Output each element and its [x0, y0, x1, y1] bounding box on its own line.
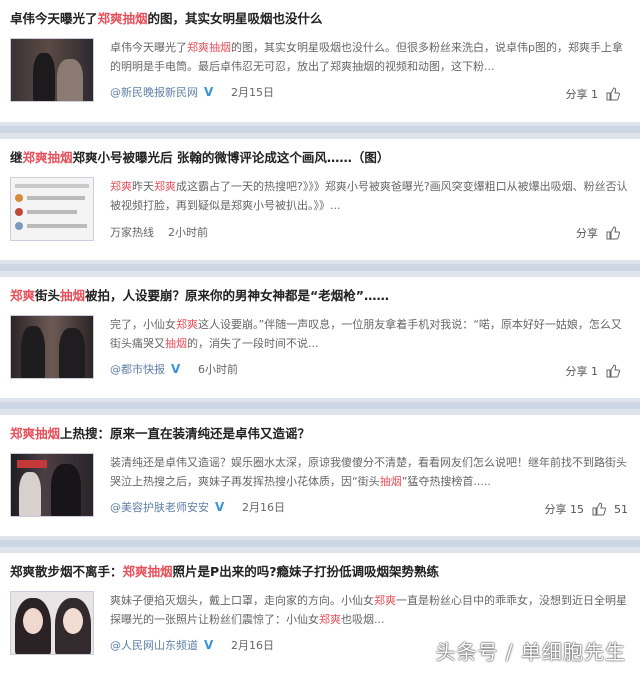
summary-text: 成这霸占了一天的热搜吧?》》》郑爽小号被爽爸曝光?画风突变爆粗口从被爆出吸烟、粉…	[110, 180, 628, 212]
source-link[interactable]: @人民网山东频道	[110, 637, 198, 653]
card-divider	[0, 126, 640, 133]
source-link[interactable]: @美容护肤老师安安	[110, 499, 209, 515]
summary-keyword: 郑爽	[154, 180, 176, 193]
card-divider	[0, 402, 640, 409]
news-card[interactable]: 继郑爽抽烟郑爽小号被曝光后 张翰的微博评论成这个画风……（图） 郑爽昨天郑爽成这…	[0, 139, 640, 260]
summary-keyword: 郑爽	[110, 180, 132, 193]
thumbs-up-icon[interactable]	[606, 364, 620, 378]
verified-badge-icon: V	[215, 500, 225, 514]
news-title-link[interactable]: 郑爽散步烟不离手：郑爽抽烟照片是P出来的吗?瘾妹子打扮低调吸烟架势熟练	[10, 563, 630, 581]
verified-badge-icon: V	[204, 638, 214, 652]
summary-text: 装清纯还是卓伟又造谣？娱乐圈水太深，原谅我傻傻分不清楚，看看网友们怎么说吧！继年…	[110, 456, 627, 488]
news-card[interactable]: 郑爽街头抽烟被拍，人设要崩？原来你的男神女神都是“老烟枪”…… 完了，小仙女郑爽…	[0, 277, 640, 398]
title-text: 继	[10, 150, 23, 165]
summary-keyword: 抽烟	[379, 475, 402, 488]
summary-text: 爽妹子便掐灭烟头，戴上口罩，走向家的方向。小仙女	[110, 594, 374, 607]
news-summary: 郑爽昨天郑爽成这霸占了一天的热搜吧?》》》郑爽小号被爽爸曝光?画风突变爆粗口从被…	[110, 177, 630, 215]
news-meta: @都市快报 V 6小时前	[110, 361, 238, 377]
news-card[interactable]: 郑爽抽烟上热搜：原来一直在装清纯还是卓伟又造谣？ 装清纯还是卓伟又造谣？娱乐圈水…	[0, 415, 640, 536]
share-button[interactable]: 分享 15	[545, 501, 585, 517]
verified-badge-icon: V	[171, 362, 181, 376]
news-thumbnail[interactable]	[10, 315, 94, 379]
like-count: 51	[614, 502, 628, 516]
publish-time: 2月16日	[231, 639, 274, 652]
news-summary: 装清纯还是卓伟又造谣？娱乐圈水太深，原谅我傻傻分不清楚，看看网友们怎么说吧！继年…	[110, 453, 630, 491]
news-title-link[interactable]: 郑爽抽烟上热搜：原来一直在装清纯还是卓伟又造谣？	[10, 425, 630, 443]
title-text: 的图，其实女明星吸烟也没什么	[147, 11, 323, 26]
verified-badge-icon: V	[204, 85, 214, 99]
news-meta: 万家热线 2小时前	[110, 224, 208, 240]
title-keyword: 郑爽抽烟	[97, 11, 148, 26]
publish-time: 2月15日	[231, 86, 274, 99]
card-divider	[0, 264, 640, 271]
source-link[interactable]: 万家热线	[110, 224, 154, 240]
publish-time: 2月16日	[242, 501, 285, 514]
news-thumbnail[interactable]	[10, 453, 94, 517]
summary-text: 也吸烟...	[341, 613, 385, 626]
news-summary: 爽妹子便掐灭烟头，戴上口罩，走向家的方向。小仙女郑爽一直是粉丝心目中的乖乖女，没…	[110, 591, 630, 629]
news-actions: 分享 1	[566, 86, 629, 102]
title-keyword: 郑爽抽烟	[122, 564, 173, 579]
card-divider	[0, 540, 640, 547]
publish-time: 6小时前	[198, 363, 238, 376]
news-actions: 分享 15 51	[545, 501, 628, 517]
thumbs-up-icon[interactable]	[606, 226, 620, 240]
news-summary: 卓伟今天曝光了郑爽抽烟的图，其实女明星吸烟也没什么。但很多粉丝来洗白，说卓伟p图…	[110, 38, 630, 76]
news-card[interactable]: 卓伟今天曝光了郑爽抽烟的图，其实女明星吸烟也没什么 卓伟今天曝光了郑爽抽烟的图，…	[0, 0, 640, 122]
news-meta: @新民晚报新民网 V 2月15日	[110, 84, 274, 100]
summary-text: ”猛夺热搜榜首.....	[401, 475, 491, 488]
title-keyword: 郑爽抽烟	[10, 426, 61, 441]
title-keyword: 郑爽	[10, 288, 36, 303]
summary-text: 卓伟今天曝光了	[110, 41, 187, 54]
title-text: 被拍，人设要崩？原来你的男神女神都是“老烟枪”……	[85, 288, 389, 303]
thumbs-up-icon[interactable]	[606, 87, 620, 101]
news-meta: @美容护肤老师安安 V 2月16日	[110, 499, 285, 515]
summary-keyword: 郑爽抽烟	[187, 41, 231, 54]
share-button[interactable]: 分享 1	[566, 363, 599, 379]
summary-keyword: 郑爽	[374, 594, 396, 607]
title-text: 上热搜：原来一直在装清纯还是卓伟又造谣？	[60, 426, 311, 441]
thumbs-up-icon[interactable]	[592, 502, 606, 516]
news-summary: 完了，小仙女郑爽这人设要崩。”伴随一声叹息，一位朋友拿着手机对我说：“喏，原本好…	[110, 315, 630, 353]
news-meta: @人民网山东频道 V 2月16日	[110, 637, 274, 653]
summary-text: 完了，小仙女	[110, 318, 176, 331]
title-text: 街头	[35, 288, 61, 303]
title-text: 郑爽小号被曝光后 张翰的微博评论成这个画风……（图）	[72, 150, 390, 165]
title-text: 郑爽散步烟不离手：	[10, 564, 123, 579]
source-link[interactable]: @新民晚报新民网	[110, 84, 198, 100]
summary-keyword: 抽烟	[165, 337, 187, 350]
summary-keyword: 郑爽	[319, 613, 341, 626]
news-thumbnail[interactable]	[10, 591, 94, 655]
summary-text: 昨天	[132, 180, 154, 193]
news-title-link[interactable]: 卓伟今天曝光了郑爽抽烟的图，其实女明星吸烟也没什么	[10, 10, 630, 28]
share-button[interactable]: 分享	[576, 225, 598, 241]
watermark: 头条号 / 单细胞先生	[435, 640, 626, 664]
title-text: 照片是P出来的吗?瘾妹子打扮低调吸烟架势熟练	[172, 564, 439, 579]
news-thumbnail[interactable]	[10, 38, 94, 102]
news-title-link[interactable]: 继郑爽抽烟郑爽小号被曝光后 张翰的微博评论成这个画风……（图）	[10, 149, 630, 167]
publish-time: 2小时前	[168, 226, 208, 239]
title-keyword: 郑爽抽烟	[22, 150, 73, 165]
share-button[interactable]: 分享 1	[566, 86, 599, 102]
news-actions: 分享	[576, 225, 628, 241]
news-title-link[interactable]: 郑爽街头抽烟被拍，人设要崩？原来你的男神女神都是“老烟枪”……	[10, 287, 630, 305]
news-actions: 分享 1	[566, 363, 629, 379]
title-keyword: 抽烟	[60, 288, 86, 303]
summary-keyword: 郑爽	[176, 318, 198, 331]
title-text: 卓伟今天曝光了	[10, 11, 98, 26]
source-link[interactable]: @都市快报	[110, 361, 165, 377]
news-thumbnail[interactable]	[10, 177, 94, 241]
summary-text: 的，消失了一段时间不说...	[187, 337, 319, 350]
